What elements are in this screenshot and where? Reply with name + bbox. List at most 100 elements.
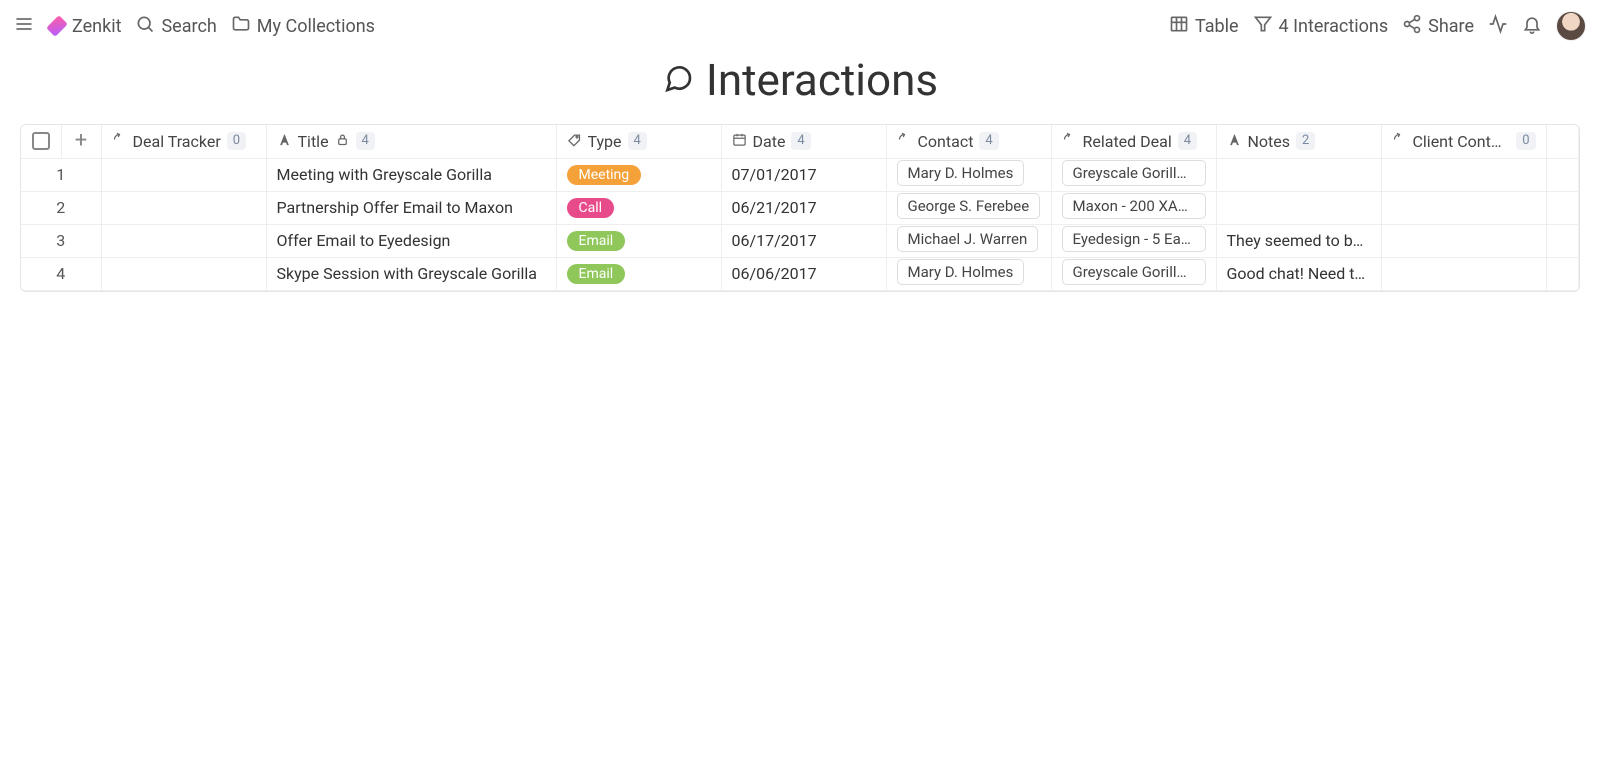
topbar-right: Table 4 Interactions Share <box>1169 11 1586 41</box>
calendar-icon <box>732 132 747 151</box>
contact-chip[interactable]: Mary D. Holmes <box>897 259 1025 285</box>
cell-contact[interactable]: Michael J. Warren <box>886 224 1051 257</box>
topbar: Zenkit Search My Collections Table 4 I <box>0 0 1600 52</box>
cell-related[interactable]: Greyscale Gorilla Stud <box>1051 158 1216 191</box>
row-number[interactable]: 1 <box>21 158 101 191</box>
count-badge: 0 <box>227 132 246 150</box>
count-badge: 4 <box>628 132 647 150</box>
cell-related[interactable]: Eyedesign - 5 Eames <box>1051 224 1216 257</box>
col-header-dealtracker[interactable]: Deal Tracker 0 <box>101 125 266 158</box>
cell-notes[interactable] <box>1216 191 1381 224</box>
chat-bubble-icon <box>662 62 694 98</box>
reference-icon <box>1392 132 1407 151</box>
col-label: Date <box>753 132 786 151</box>
cell-title[interactable]: Offer Email to Eyedesign <box>266 224 556 257</box>
table-row[interactable]: 1 Meeting with Greyscale Gorilla Meeting 07… <box>21 158 1579 191</box>
col-header-title[interactable]: Title 4 <box>266 125 556 158</box>
cell-type[interactable]: Meeting <box>556 158 721 191</box>
cell-type[interactable]: Email <box>556 224 721 257</box>
cell-extra <box>1546 191 1579 224</box>
cell-extra <box>1546 158 1579 191</box>
cell-date[interactable]: 07/01/2017 <box>721 158 886 191</box>
col-label: Contact <box>918 132 974 151</box>
select-all-header[interactable] <box>21 125 61 158</box>
brand-link[interactable]: Zenkit <box>48 16 121 37</box>
cell-notes[interactable] <box>1216 158 1381 191</box>
contact-chip[interactable]: Mary D. Holmes <box>897 160 1025 186</box>
search-icon <box>135 14 155 39</box>
view-label: Table <box>1195 16 1239 37</box>
col-header-related[interactable]: Related Deal 4 <box>1051 125 1216 158</box>
table-row[interactable]: 3 Offer Email to Eyedesign Email 06/17/2017… <box>21 224 1579 257</box>
cell-date[interactable]: 06/06/2017 <box>721 257 886 290</box>
checkbox-icon[interactable] <box>32 132 50 150</box>
text-icon <box>1227 132 1242 151</box>
cell-type[interactable]: Call <box>556 191 721 224</box>
col-header-type[interactable]: Type 4 <box>556 125 721 158</box>
hamburger-icon[interactable] <box>14 14 34 38</box>
cell-contact[interactable]: Mary D. Holmes <box>886 257 1051 290</box>
table-row[interactable]: 4 Skype Session with Greyscale GorillaEma… <box>21 257 1579 290</box>
page-header: Interactions <box>0 52 1600 124</box>
cell-title[interactable]: Meeting with Greyscale Gorilla <box>266 158 556 191</box>
col-label: Title <box>298 132 329 151</box>
cell-contact[interactable]: George S. Ferebee <box>886 191 1051 224</box>
filter-button[interactable]: 4 Interactions <box>1253 14 1389 39</box>
search-label: Search <box>161 16 216 37</box>
plus-icon[interactable]: + <box>62 130 101 152</box>
cell-client[interactable] <box>1381 158 1546 191</box>
cell-title[interactable]: Skype Session with Greyscale Gorilla <box>266 257 556 290</box>
cell-contact[interactable]: Mary D. Holmes <box>886 158 1051 191</box>
cell-dealtracker[interactable] <box>101 224 266 257</box>
cell-title[interactable]: Partnership Offer Email to Maxon <box>266 191 556 224</box>
zenkit-logo-icon <box>46 15 68 37</box>
cell-client[interactable] <box>1381 257 1546 290</box>
cell-type[interactable]: Email <box>556 257 721 290</box>
cell-dealtracker[interactable] <box>101 158 266 191</box>
data-table: + Deal Tracker 0 Title 4 <box>20 124 1580 292</box>
collections-link[interactable]: My Collections <box>231 14 375 39</box>
type-pill: Meeting <box>567 165 642 185</box>
col-label: Notes <box>1248 132 1291 151</box>
topbar-left: Zenkit Search My Collections <box>14 14 375 39</box>
contact-chip[interactable]: George S. Ferebee <box>897 193 1041 219</box>
related-chip[interactable]: Greyscale Gorilla Stud <box>1062 160 1206 186</box>
col-label: Client Contact … <box>1413 132 1511 151</box>
cell-dealtracker[interactable] <box>101 191 266 224</box>
cell-client[interactable] <box>1381 224 1546 257</box>
filter-label: 4 Interactions <box>1279 16 1389 37</box>
view-switcher[interactable]: Table <box>1169 14 1239 39</box>
col-header-client[interactable]: Client Contact … 0 <box>1381 125 1546 158</box>
cell-notes[interactable]: They seemed to be i… <box>1216 224 1381 257</box>
cell-date[interactable]: 06/21/2017 <box>721 191 886 224</box>
col-header-date[interactable]: Date 4 <box>721 125 886 158</box>
add-row-header[interactable]: + <box>61 125 101 158</box>
col-header-extra <box>1546 125 1579 158</box>
type-pill: Email <box>567 231 626 251</box>
table-row[interactable]: 2 Partnership Offer Email to MaxonCall06/… <box>21 191 1579 224</box>
col-header-notes[interactable]: Notes 2 <box>1216 125 1381 158</box>
count-badge: 0 <box>1516 132 1535 150</box>
related-chip[interactable]: Maxon - 200 XA120 De <box>1062 193 1206 219</box>
bell-icon[interactable] <box>1522 14 1542 38</box>
related-chip[interactable]: Eyedesign - 5 Eames <box>1062 226 1206 252</box>
cell-related[interactable]: Greyscale Gorilla Stud <box>1051 257 1216 290</box>
count-badge: 4 <box>356 132 375 150</box>
search-link[interactable]: Search <box>135 14 216 39</box>
cell-client[interactable] <box>1381 191 1546 224</box>
activity-icon[interactable] <box>1488 14 1508 38</box>
col-label: Type <box>588 132 622 151</box>
row-number[interactable]: 3 <box>21 224 101 257</box>
text-icon <box>277 132 292 151</box>
row-number[interactable]: 2 <box>21 191 101 224</box>
row-number[interactable]: 4 <box>21 257 101 290</box>
share-button[interactable]: Share <box>1402 14 1474 39</box>
col-header-contact[interactable]: Contact 4 <box>886 125 1051 158</box>
cell-notes[interactable]: Good chat! Need to … <box>1216 257 1381 290</box>
cell-related[interactable]: Maxon - 200 XA120 De <box>1051 191 1216 224</box>
contact-chip[interactable]: Michael J. Warren <box>897 226 1039 252</box>
avatar[interactable] <box>1556 11 1586 41</box>
related-chip[interactable]: Greyscale Gorilla Stud <box>1062 259 1206 285</box>
cell-date[interactable]: 06/17/2017 <box>721 224 886 257</box>
cell-dealtracker[interactable] <box>101 257 266 290</box>
